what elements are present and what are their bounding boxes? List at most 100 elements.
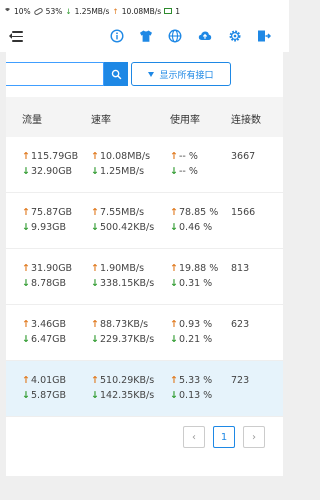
cloud-upload-icon[interactable] xyxy=(198,29,212,43)
connections: 623 xyxy=(231,319,250,330)
up-arrow-icon: ↑ xyxy=(91,207,99,218)
table-row-selected[interactable]: ↑4.01GB ↓5.87GB ↑510.29KB/s ↓142.35KB/s … xyxy=(6,361,283,417)
usage-up: 0.93 % xyxy=(179,319,213,330)
top-toolbar xyxy=(0,22,289,52)
status-up-speed: 10.08MB/s xyxy=(121,6,162,16)
link-icon xyxy=(33,6,44,16)
caret-down-icon xyxy=(148,71,155,77)
usage-down: -- % xyxy=(179,166,198,177)
rate-up: 88.73KB/s xyxy=(100,319,149,330)
interface-filter-dropdown[interactable]: 显示所有接口 xyxy=(131,62,231,86)
up-arrow-icon: ↑ xyxy=(22,375,30,386)
usage-up: 19.88 % xyxy=(179,263,219,274)
up-arrow-icon: ↑ xyxy=(22,263,30,274)
connections: 813 xyxy=(231,263,250,274)
gear-icon[interactable] xyxy=(228,29,242,43)
page-1-button[interactable]: 1 xyxy=(213,426,235,448)
status-bar: 10% 53% ↓ 1.25MB/s ↑ 10.08MB/s 1 xyxy=(0,0,289,22)
up-arrow-icon: ↑ xyxy=(22,207,30,218)
rate-up: 510.29KB/s xyxy=(100,375,155,386)
up-arrow-icon: ↑ xyxy=(91,375,99,386)
usage-up: 78.85 % xyxy=(179,207,219,218)
usage-down: 0.46 % xyxy=(179,222,213,233)
down-arrow-icon: ↓ xyxy=(22,390,30,401)
connections: 1566 xyxy=(231,207,256,218)
usage-up: -- % xyxy=(179,151,198,162)
rate-down: 500.42KB/s xyxy=(100,222,155,233)
up-arrow-icon: ↑ xyxy=(170,319,178,330)
down-arrow-icon: ↓ xyxy=(91,222,99,233)
traffic-down: 9.93GB xyxy=(31,222,67,233)
info-icon[interactable] xyxy=(110,29,124,43)
usage-down: 0.21 % xyxy=(179,334,213,345)
traffic-down: 32.90GB xyxy=(31,166,73,177)
upload-arrow-icon: ↑ xyxy=(112,6,119,16)
up-arrow-icon: ↑ xyxy=(170,375,178,386)
interface-card: 显示所有接口 流量 速率 使用率 连接数 ↑115.79GB ↓32.90GB … xyxy=(6,52,283,476)
down-arrow-icon: ↓ xyxy=(91,334,99,345)
up-arrow-icon: ↑ xyxy=(91,263,99,274)
prev-page-button[interactable]: ‹ xyxy=(183,426,205,448)
globe-icon[interactable] xyxy=(168,29,182,43)
table-row[interactable]: ↑3.46GB ↓6.47GB ↑88.73KB/s ↓229.37KB/s ↑… xyxy=(6,305,283,361)
traffic-down: 8.78GB xyxy=(31,278,67,289)
shirt-icon[interactable] xyxy=(139,29,153,43)
table-row[interactable]: ↑115.79GB ↓32.90GB ↑10.08MB/s ↓1.25MB/s … xyxy=(6,137,283,193)
usage-up: 5.33 % xyxy=(179,375,213,386)
search-icon xyxy=(111,69,121,79)
up-arrow-icon: ↑ xyxy=(170,207,178,218)
battery-level-2: 53% xyxy=(45,6,63,16)
wifi-icon xyxy=(4,7,11,15)
down-arrow-icon: ↓ xyxy=(91,278,99,289)
screen-count: 1 xyxy=(175,6,180,16)
down-arrow-icon: ↓ xyxy=(91,390,99,401)
down-arrow-icon: ↓ xyxy=(22,222,30,233)
traffic-down: 6.47GB xyxy=(31,334,67,345)
traffic-up: 31.90GB xyxy=(31,263,73,274)
up-arrow-icon: ↑ xyxy=(91,319,99,330)
rate-up: 7.55MB/s xyxy=(100,207,145,218)
down-arrow-icon: ↓ xyxy=(22,334,30,345)
traffic-up: 75.87GB xyxy=(31,207,73,218)
down-arrow-icon: ↓ xyxy=(22,278,30,289)
up-arrow-icon: ↑ xyxy=(91,151,99,162)
header-usage: 使用率 xyxy=(170,115,200,126)
header-rate: 速率 xyxy=(91,115,111,126)
rate-up: 1.90MB/s xyxy=(100,263,145,274)
search-button[interactable] xyxy=(104,62,128,86)
search-input[interactable] xyxy=(6,62,104,86)
interface-filter-label: 显示所有接口 xyxy=(159,70,214,81)
next-page-button[interactable]: › xyxy=(243,426,265,448)
down-arrow-icon: ↓ xyxy=(170,166,178,177)
traffic-down: 5.87GB xyxy=(31,390,67,401)
connections: 723 xyxy=(231,375,250,386)
exit-icon[interactable] xyxy=(257,29,271,43)
connections: 3667 xyxy=(231,151,256,162)
up-arrow-icon: ↑ xyxy=(170,151,178,162)
menu-icon[interactable] xyxy=(9,30,23,43)
down-arrow-icon: ↓ xyxy=(170,278,178,289)
up-arrow-icon: ↑ xyxy=(170,263,178,274)
usage-down: 0.13 % xyxy=(179,390,213,401)
down-arrow-icon: ↓ xyxy=(170,334,178,345)
usage-down: 0.31 % xyxy=(179,278,213,289)
traffic-up: 4.01GB xyxy=(31,375,67,386)
down-arrow-icon: ↓ xyxy=(91,166,99,177)
rate-down: 338.15KB/s xyxy=(100,278,155,289)
up-arrow-icon: ↑ xyxy=(22,319,30,330)
header-traffic: 流量 xyxy=(22,115,42,126)
rate-down: 142.35KB/s xyxy=(100,390,155,401)
traffic-up: 3.46GB xyxy=(31,319,67,330)
table-row[interactable]: ↑31.90GB ↓8.78GB ↑1.90MB/s ↓338.15KB/s ↑… xyxy=(6,249,283,305)
download-arrow-icon: ↓ xyxy=(65,6,72,16)
header-connections: 连接数 xyxy=(231,115,261,126)
battery-level-1: 10% xyxy=(14,6,31,16)
down-arrow-icon: ↓ xyxy=(170,390,178,401)
filter-bar: 显示所有接口 xyxy=(6,62,283,86)
rate-up: 10.08MB/s xyxy=(100,151,151,162)
up-arrow-icon: ↑ xyxy=(22,151,30,162)
status-down-speed: 1.25MB/s xyxy=(74,6,110,16)
traffic-up: 115.79GB xyxy=(31,151,79,162)
down-arrow-icon: ↓ xyxy=(170,222,178,233)
table-row[interactable]: ↑75.87GB ↓9.93GB ↑7.55MB/s ↓500.42KB/s ↑… xyxy=(6,193,283,249)
